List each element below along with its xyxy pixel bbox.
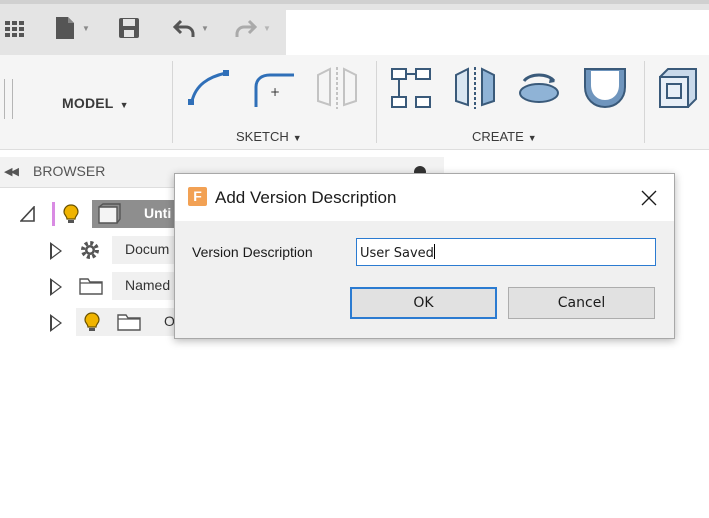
chevron-down-icon: ▼ bbox=[292, 133, 302, 143]
chevron-down-icon: ▼ bbox=[119, 100, 129, 110]
box-icon bbox=[659, 68, 697, 108]
tree-row-origin[interactable]: O bbox=[0, 308, 180, 336]
create-group-label: CREATE bbox=[472, 129, 524, 144]
undo-button[interactable]: ▼ bbox=[166, 16, 216, 40]
revolve-tool[interactable] bbox=[516, 63, 562, 113]
rectangular-pattern-icon bbox=[391, 68, 431, 108]
dialog-title: Add Version Description bbox=[215, 188, 397, 207]
fillet-sketch-tool[interactable]: + bbox=[250, 63, 296, 113]
save-button[interactable] bbox=[116, 16, 142, 40]
tab-bar-area bbox=[286, 10, 709, 56]
tree-label: Docum bbox=[125, 241, 170, 257]
mirror-body-icon bbox=[455, 67, 495, 109]
cancel-button[interactable]: Cancel bbox=[508, 287, 655, 319]
redo-button[interactable]: ▼ bbox=[228, 16, 278, 40]
mirror-sketch-tool[interactable] bbox=[314, 63, 360, 113]
mirror-body-tool[interactable] bbox=[452, 63, 498, 113]
sketch-fillet-icon: + bbox=[254, 73, 294, 107]
fusion-app-icon: F bbox=[188, 187, 207, 206]
collapse-triangle-icon[interactable] bbox=[20, 206, 36, 222]
chevron-down-icon: ▼ bbox=[527, 133, 537, 143]
add-version-description-dialog: F Add Version Description Version Descri… bbox=[174, 173, 675, 339]
box-tool[interactable] bbox=[654, 63, 700, 113]
browser-title: BROWSER bbox=[33, 163, 106, 179]
sketch-mirror-icon bbox=[317, 67, 357, 109]
create-sketch-tool[interactable] bbox=[186, 63, 232, 113]
sketch-group-menu[interactable]: SKETCH ▼ bbox=[236, 129, 302, 144]
revolve-icon bbox=[519, 73, 559, 103]
version-description-input[interactable]: User Saved bbox=[356, 238, 656, 266]
component-marker bbox=[52, 202, 55, 226]
ok-button[interactable]: OK bbox=[350, 287, 497, 319]
ribbon-toolbar: MODEL ▼ + SKETCH ▼ CREATE ▼ bbox=[0, 55, 709, 150]
gear-icon bbox=[81, 241, 99, 259]
component-icon bbox=[98, 203, 121, 224]
divider bbox=[644, 61, 645, 143]
save-icon bbox=[119, 18, 139, 38]
expand-triangle-icon[interactable] bbox=[50, 278, 62, 296]
tree-label: Unti bbox=[144, 205, 172, 221]
folder-icon bbox=[117, 314, 141, 331]
chevron-down-icon: ▼ bbox=[201, 23, 209, 33]
folder-icon bbox=[79, 278, 103, 295]
workspace-switcher[interactable]: MODEL ▼ bbox=[62, 95, 129, 111]
expand-triangle-icon[interactable] bbox=[50, 242, 62, 260]
lightbulb-icon[interactable] bbox=[62, 203, 80, 225]
collapse-browser-icon[interactable]: ◀◀ bbox=[4, 165, 19, 178]
tree-row-named-views[interactable]: Named bbox=[0, 272, 180, 300]
create-pattern-tool[interactable] bbox=[388, 63, 434, 113]
file-icon bbox=[56, 17, 75, 39]
divider bbox=[376, 61, 377, 143]
ribbon-grip[interactable] bbox=[4, 79, 13, 119]
svg-text:+: + bbox=[270, 85, 280, 99]
chevron-down-icon: ▼ bbox=[263, 23, 271, 33]
tree-row-document-settings[interactable]: Docum bbox=[0, 236, 180, 264]
undo-icon bbox=[173, 19, 195, 37]
version-description-label: Version Description bbox=[192, 244, 313, 260]
lightbulb-icon[interactable] bbox=[83, 311, 101, 333]
close-icon[interactable] bbox=[637, 186, 661, 210]
dialog-titlebar[interactable]: F Add Version Description bbox=[175, 174, 674, 221]
version-description-value: User Saved bbox=[360, 246, 434, 261]
text-caret bbox=[433, 244, 435, 259]
sketch-arc-icon bbox=[188, 70, 229, 105]
tree-label: Named bbox=[125, 277, 171, 293]
workspace-label: MODEL bbox=[62, 95, 114, 111]
create-group-menu[interactable]: CREATE ▼ bbox=[472, 129, 537, 144]
sketch-group-label: SKETCH bbox=[236, 129, 289, 144]
quick-access-toolbar: ▼ ▼ ▼ bbox=[0, 0, 709, 56]
file-menu-button[interactable]: ▼ bbox=[50, 16, 94, 40]
redo-icon bbox=[235, 19, 258, 37]
chevron-down-icon: ▼ bbox=[82, 23, 90, 33]
shell-icon bbox=[584, 68, 626, 109]
shell-tool[interactable] bbox=[582, 63, 628, 113]
app-grid-icon[interactable] bbox=[2, 16, 26, 40]
expand-triangle-icon[interactable] bbox=[50, 314, 62, 332]
tree-row-root[interactable]: Unti bbox=[0, 200, 180, 228]
divider bbox=[172, 61, 173, 143]
